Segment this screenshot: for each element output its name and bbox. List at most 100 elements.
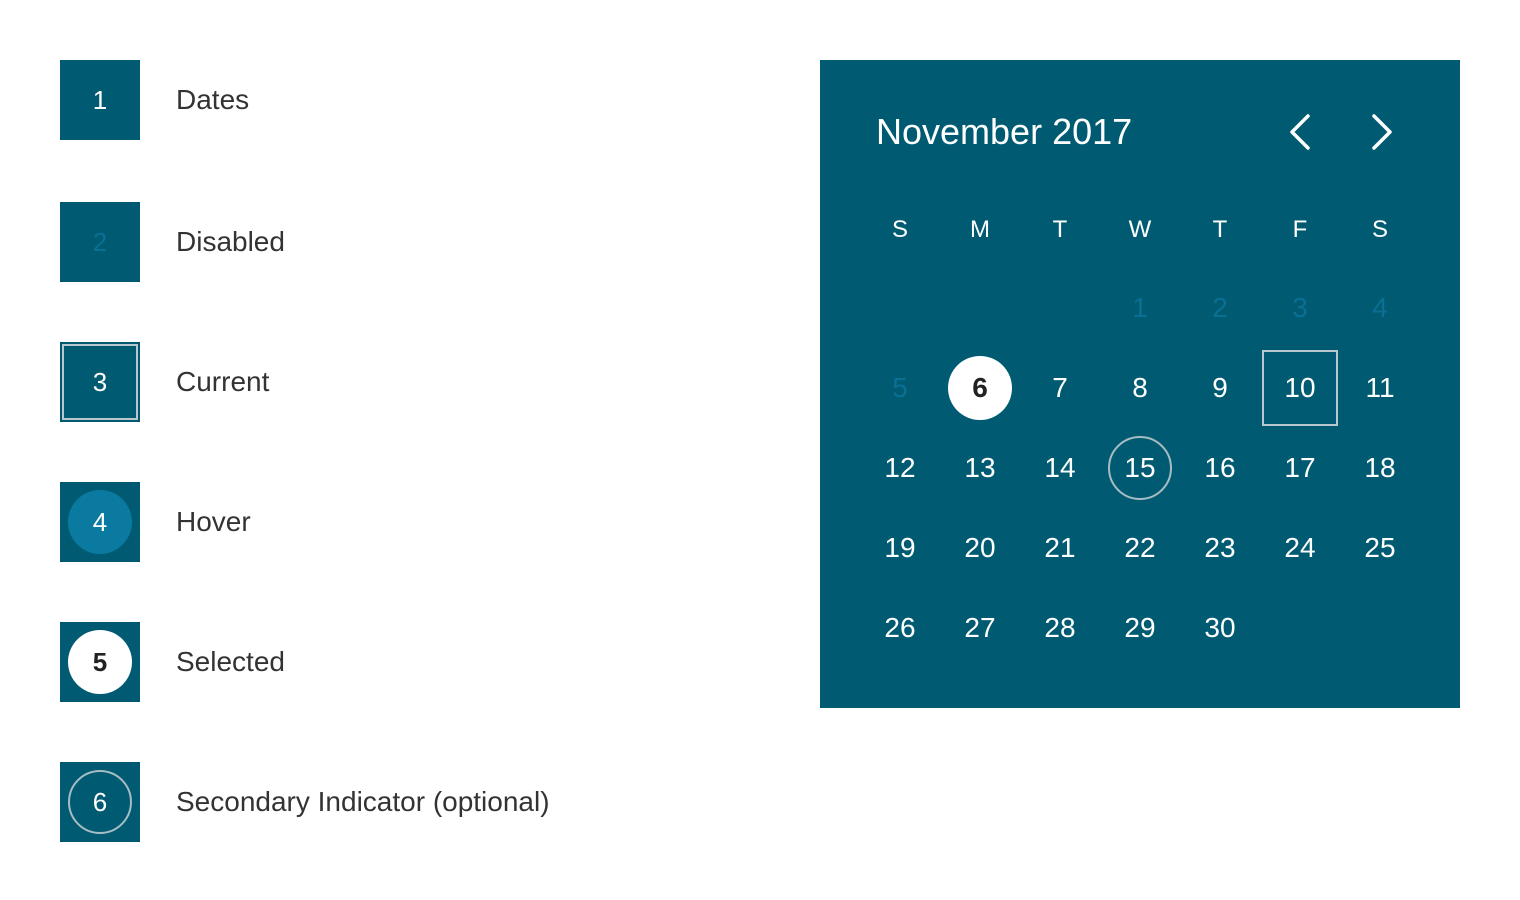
day-cell-12[interactable]: 12 bbox=[860, 428, 940, 508]
day-number: 11 bbox=[1365, 372, 1395, 403]
legend-label: Selected bbox=[176, 646, 285, 677]
day-cell-20[interactable]: 20 bbox=[940, 508, 1020, 588]
day-number: 18 bbox=[1364, 452, 1396, 483]
weekday-sunday: S bbox=[891, 216, 908, 243]
day-number: 30 bbox=[1204, 612, 1236, 643]
next-month-button[interactable] bbox=[1358, 110, 1402, 154]
weekday-monday: M bbox=[970, 216, 990, 243]
day-number: 27 bbox=[964, 612, 996, 643]
legend-label: Current bbox=[176, 366, 270, 397]
day-number: 2 bbox=[1212, 292, 1228, 323]
legend-item-hover: 4 Hover bbox=[60, 482, 251, 562]
day-cell-4: 4 bbox=[1340, 268, 1420, 348]
day-number: 3 bbox=[1292, 292, 1308, 323]
day-cell-18[interactable]: 18 bbox=[1340, 428, 1420, 508]
day-cell-9[interactable]: 9 bbox=[1180, 348, 1260, 428]
disabled-swatch: 2 bbox=[60, 202, 140, 282]
day-number: 4 bbox=[1372, 292, 1388, 323]
swatch-number: 5 bbox=[92, 647, 108, 677]
day-number: 5 bbox=[892, 372, 908, 403]
empty-day-cell bbox=[940, 268, 1020, 348]
day-number: 15 bbox=[1124, 452, 1156, 483]
day-number: 17 bbox=[1284, 452, 1316, 483]
day-number: 20 bbox=[964, 532, 996, 563]
day-cell-15[interactable]: 15 bbox=[1100, 428, 1180, 508]
day-number: 26 bbox=[884, 612, 916, 643]
day-cell-1: 1 bbox=[1100, 268, 1180, 348]
swatch-number: 3 bbox=[92, 367, 108, 397]
day-number: 13 bbox=[964, 452, 996, 483]
day-grid: 1 2 3 4 5 6 7 8 9 10 11 12 13 14 15 16 17 18 19 20 21 22 23 24 2… bbox=[860, 268, 1420, 668]
legend-label: Dates bbox=[176, 84, 250, 115]
weekday-tuesday: T bbox=[1052, 216, 1068, 243]
day-cell-11[interactable]: 11 bbox=[1340, 348, 1420, 428]
legend-item-current: 3 Current bbox=[60, 342, 269, 422]
day-number: 7 bbox=[1052, 372, 1068, 403]
day-number: 12 bbox=[884, 452, 916, 483]
chevron-right-icon bbox=[1372, 114, 1392, 150]
swatch-number: 2 bbox=[92, 227, 108, 257]
legend-label: Secondary Indicator (optional) bbox=[176, 786, 550, 817]
day-number: 24 bbox=[1284, 532, 1316, 563]
day-number: 25 bbox=[1364, 532, 1396, 563]
day-cell-5: 5 bbox=[860, 348, 940, 428]
day-cell-10[interactable]: 10 bbox=[1260, 348, 1340, 428]
day-number: 29 bbox=[1124, 612, 1156, 643]
legend-item-selected: 5 Selected bbox=[60, 622, 285, 702]
selected-swatch: 5 bbox=[60, 622, 140, 702]
empty-day-cell bbox=[1340, 588, 1420, 668]
day-cell-26[interactable]: 26 bbox=[860, 588, 940, 668]
empty-day-cell bbox=[1020, 268, 1100, 348]
day-cell-25[interactable]: 25 bbox=[1340, 508, 1420, 588]
swatch-number: 4 bbox=[92, 507, 108, 537]
dates-swatch: 1 bbox=[60, 60, 140, 140]
day-cell-19[interactable]: 19 bbox=[860, 508, 940, 588]
day-cell-17[interactable]: 17 bbox=[1260, 428, 1340, 508]
day-cell-2: 2 bbox=[1180, 268, 1260, 348]
empty-day-cell bbox=[1260, 588, 1340, 668]
day-number: 21 bbox=[1044, 532, 1076, 563]
calendar-panel: November 2017 S M T W T F S 1 2 3 4 5 6 7 8 9 10 1… bbox=[820, 60, 1460, 708]
legend-label: Disabled bbox=[176, 226, 285, 257]
day-cell-8[interactable]: 8 bbox=[1100, 348, 1180, 428]
day-cell-3: 3 bbox=[1260, 268, 1340, 348]
day-number: 14 bbox=[1044, 452, 1076, 483]
legend-item-secondary-indicator: 6 Secondary Indicator (optional) bbox=[60, 762, 550, 842]
day-cell-14[interactable]: 14 bbox=[1020, 428, 1100, 508]
day-cell-23[interactable]: 23 bbox=[1180, 508, 1260, 588]
previous-month-button[interactable] bbox=[1280, 110, 1324, 154]
day-cell-29[interactable]: 29 bbox=[1100, 588, 1180, 668]
weekday-header: S M T W T F S bbox=[860, 210, 1420, 250]
day-number: 16 bbox=[1204, 452, 1236, 483]
day-number: 8 bbox=[1132, 372, 1148, 403]
day-cell-22[interactable]: 22 bbox=[1100, 508, 1180, 588]
month-year-title: November 2017 bbox=[876, 111, 1133, 152]
day-cell-28[interactable]: 28 bbox=[1020, 588, 1100, 668]
day-number: 19 bbox=[884, 532, 916, 563]
day-cell-24[interactable]: 24 bbox=[1260, 508, 1340, 588]
day-number: 6 bbox=[972, 372, 988, 403]
legend-item-dates: 1 Dates bbox=[60, 60, 249, 140]
swatch-number: 6 bbox=[92, 787, 108, 817]
day-cell-27[interactable]: 27 bbox=[940, 588, 1020, 668]
swatch-number: 1 bbox=[92, 85, 108, 115]
day-cell-16[interactable]: 16 bbox=[1180, 428, 1260, 508]
day-cell-13[interactable]: 13 bbox=[940, 428, 1020, 508]
day-number: 9 bbox=[1212, 372, 1228, 403]
day-number: 28 bbox=[1044, 612, 1076, 643]
day-cell-30[interactable]: 30 bbox=[1180, 588, 1260, 668]
secondary-swatch: 6 bbox=[60, 762, 140, 842]
legend-item-disabled: 2 Disabled bbox=[60, 202, 285, 282]
legend-label: Hover bbox=[176, 506, 251, 537]
day-number: 23 bbox=[1204, 532, 1236, 563]
day-cell-6[interactable]: 6 bbox=[940, 348, 1020, 428]
day-cell-21[interactable]: 21 bbox=[1020, 508, 1100, 588]
current-swatch: 3 bbox=[60, 342, 140, 422]
day-number: 1 bbox=[1132, 292, 1148, 323]
weekday-thursday: T bbox=[1212, 216, 1228, 243]
day-cell-7[interactable]: 7 bbox=[1020, 348, 1100, 428]
weekday-wednesday: W bbox=[1128, 216, 1152, 243]
weekday-saturday: S bbox=[1371, 216, 1388, 243]
weekday-friday: F bbox=[1292, 216, 1308, 243]
chevron-left-icon bbox=[1290, 114, 1310, 150]
